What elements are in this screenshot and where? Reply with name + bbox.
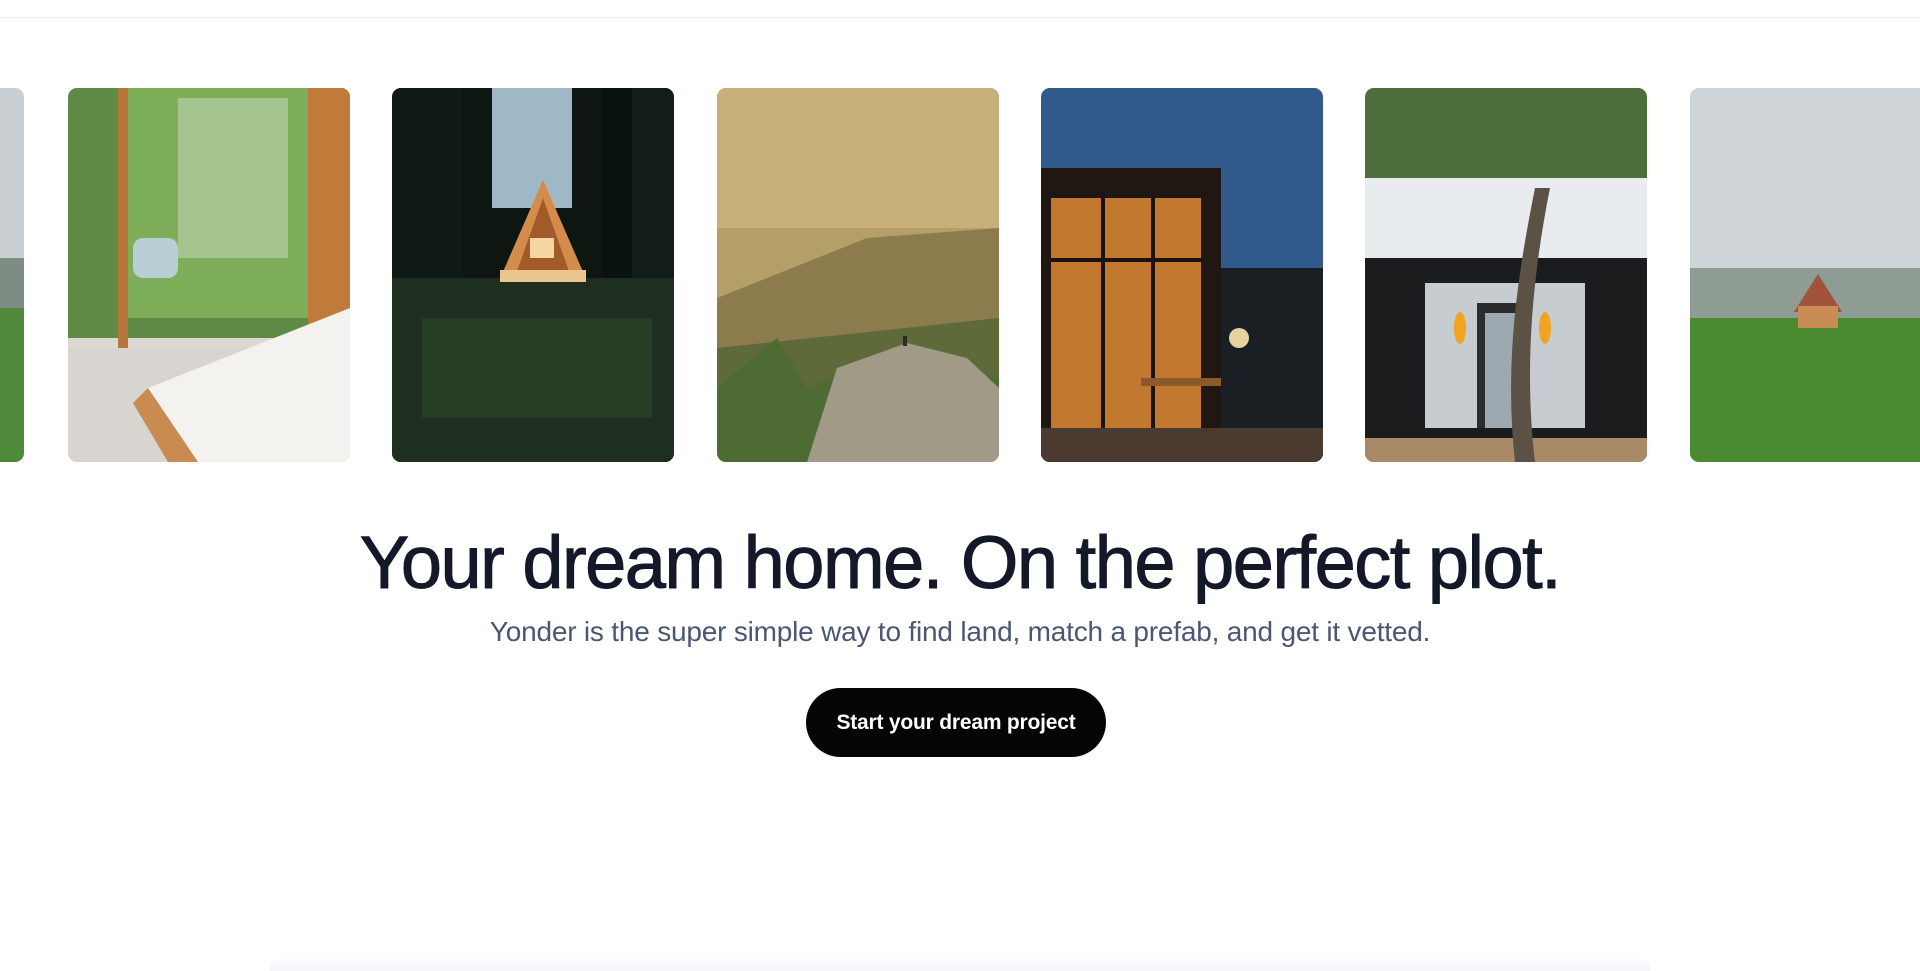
- bedroom-photo: [68, 88, 350, 462]
- hero-subtitle: Yonder is the super simple way to find l…: [489, 616, 1431, 647]
- gallery-image-bedroom[interactable]: [68, 88, 350, 462]
- mountain-sunset-photo: [717, 88, 999, 462]
- modern-cabin-photo: [1041, 88, 1323, 462]
- next-section-edge: [270, 956, 1650, 971]
- gallery-image-cloudy-meadow[interactable]: [0, 88, 24, 462]
- gallery-image-a-frame-forest[interactable]: [392, 88, 674, 462]
- gallery-image-container-home[interactable]: [1365, 88, 1647, 462]
- misty-meadow-photo: [1690, 88, 1920, 462]
- landing-page: Your dream home. On the perfect plot. Yo…: [0, 0, 1920, 971]
- a-frame-forest-photo: [392, 88, 674, 462]
- photo-carousel[interactable]: [0, 88, 1920, 462]
- container-home-photo: [1365, 88, 1647, 462]
- cloudy-meadow-photo: [0, 88, 24, 462]
- gallery-image-misty-meadow[interactable]: [1690, 88, 1920, 462]
- start-project-button[interactable]: Start your dream project: [806, 688, 1106, 757]
- hero-title: Your dream home. On the perfect plot.: [359, 521, 1562, 605]
- header-divider: [0, 17, 1920, 18]
- gallery-image-modern-cabin[interactable]: [1041, 88, 1323, 462]
- gallery-image-mountain-sunset[interactable]: [717, 88, 999, 462]
